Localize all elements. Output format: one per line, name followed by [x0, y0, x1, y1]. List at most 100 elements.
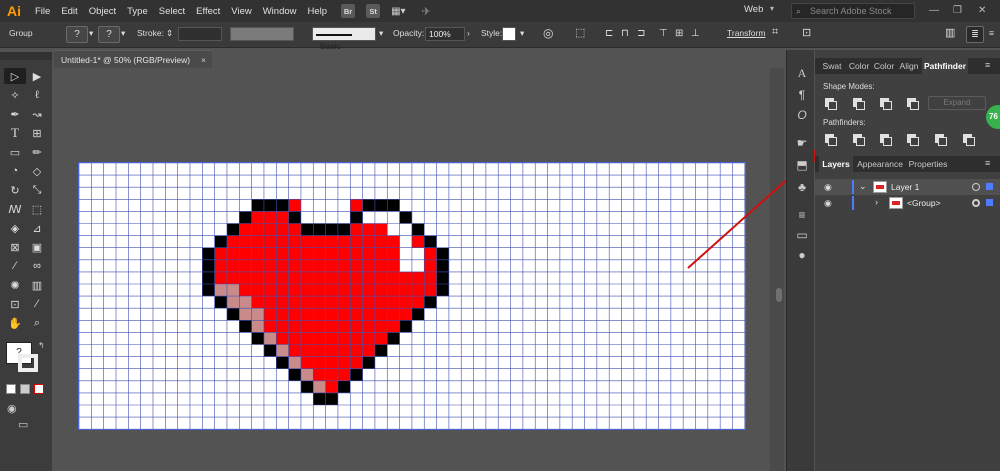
symbol-sprayer-tool-icon[interactable]: ✺ — [4, 277, 26, 293]
layer-row[interactable]: ◉ ⌄ Layer 1 — [815, 179, 1000, 195]
none-mode-icon[interactable] — [34, 384, 44, 394]
shape-builder-tool-icon[interactable]: ◈ — [4, 220, 26, 236]
paintbrush-tool-icon[interactable]: ✏ — [26, 144, 48, 160]
slice-tool-icon[interactable]: ⁄ — [26, 296, 48, 312]
menu-effect[interactable]: Effect — [196, 6, 220, 17]
tab-swatches[interactable]: Swat — [819, 58, 845, 74]
variable-width-profile[interactable] — [230, 27, 294, 41]
tab-color[interactable]: Color — [872, 58, 896, 74]
arrange-documents-icon[interactable]: ▦▾ — [391, 6, 405, 17]
selection-indicator[interactable] — [986, 183, 993, 190]
character-panel-icon[interactable]: A — [795, 66, 809, 80]
tab-appearance[interactable]: Appearance — [855, 156, 905, 172]
graphic-styles-panel-icon[interactable]: ● — [795, 248, 809, 262]
isolate-group-icon[interactable]: ⌗ — [772, 26, 778, 39]
type-tool-icon[interactable]: T — [4, 125, 26, 141]
group-name[interactable]: <Group> — [907, 198, 941, 208]
trim-button[interactable] — [851, 132, 865, 146]
menu-view[interactable]: View — [231, 6, 251, 17]
fill-color-swatch[interactable]: ? — [66, 26, 88, 43]
target-circle-icon[interactable] — [972, 183, 980, 191]
pen-tool-icon[interactable]: ✒ — [4, 106, 26, 122]
panel-menu-button[interactable]: ≣ — [966, 26, 984, 43]
hand-tool-icon[interactable]: ✋ — [4, 315, 26, 331]
menu-window[interactable]: Window — [263, 6, 297, 17]
perspective-grid-tool-icon[interactable]: ⊿ — [26, 220, 48, 236]
panel-menu-icon[interactable]: ≡ — [985, 60, 990, 70]
chevron-down-icon[interactable]: ▾ — [89, 28, 93, 39]
eyedropper-tool-icon[interactable]: ⁄ — [4, 258, 26, 274]
drawing-mode-icon[interactable]: ◉ — [7, 402, 17, 415]
tab-layers[interactable]: Layers — [819, 156, 853, 172]
merge-button[interactable] — [878, 132, 892, 146]
minus-front-button[interactable] — [851, 96, 865, 110]
outline-button[interactable] — [933, 132, 947, 146]
isolate-options-icon[interactable]: ⊡ — [802, 26, 811, 39]
align-left-icon[interactable]: ⊏ — [605, 28, 613, 39]
tab-properties[interactable]: Properties — [907, 156, 949, 172]
intersect-button[interactable] — [878, 96, 892, 110]
gradient-tool-icon[interactable]: ▣ — [26, 239, 48, 255]
close-icon[interactable]: ✕ — [978, 5, 986, 16]
lasso-tool-icon[interactable]: ℓ — [26, 87, 48, 103]
tab-pathfinder[interactable]: Pathfinder — [922, 58, 968, 74]
column-graph-tool-icon[interactable]: ▥ — [26, 277, 48, 293]
tab-align[interactable]: Align — [897, 58, 921, 74]
bridge-button[interactable]: Br — [341, 4, 356, 18]
chevron-right-icon[interactable]: › — [875, 197, 878, 207]
magic-wand-tool-icon[interactable]: ✧ — [4, 87, 26, 103]
recolor-artwork-icon[interactable]: ◎ — [543, 26, 553, 40]
gradient-panel-icon[interactable]: ▭ — [795, 228, 809, 242]
free-transform-tool-icon[interactable]: ⬚ — [26, 201, 48, 217]
tab-color-guide[interactable]: Color — [847, 58, 871, 74]
minus-back-button[interactable] — [961, 132, 975, 146]
symbols-panel-icon[interactable]: ♣ — [795, 180, 809, 194]
stock-button[interactable]: St — [366, 4, 381, 18]
layer-name[interactable]: Layer 1 — [891, 182, 919, 192]
align-center-icon[interactable]: ⊓ — [621, 28, 629, 39]
unite-button[interactable] — [823, 96, 837, 110]
menu-select[interactable]: Select — [159, 6, 185, 17]
menu-file[interactable]: File — [35, 6, 50, 17]
rotate-tool-icon[interactable]: ↻ — [4, 182, 26, 198]
vertical-scrollbar-thumb[interactable] — [776, 288, 782, 302]
transform-button[interactable]: Transform — [727, 28, 765, 38]
opentype-panel-icon[interactable]: O — [795, 108, 809, 122]
selection-indicator[interactable] — [986, 199, 993, 206]
align-middle-icon[interactable]: ⊞ — [675, 28, 683, 39]
gpu-performance-icon[interactable]: ✈ — [422, 5, 431, 18]
curvature-tool-icon[interactable]: ↝ — [26, 106, 48, 122]
chevron-down-icon[interactable]: ▾ — [121, 28, 125, 39]
stroke-stepper-icon[interactable]: ⇕ — [166, 28, 173, 39]
zoom-tool-icon[interactable]: ⌕ — [26, 315, 48, 331]
align-bottom-icon[interactable]: ⊥ — [691, 28, 700, 39]
screen-mode-icon[interactable]: ▭ — [18, 418, 28, 431]
chevron-down-icon[interactable]: ▾ — [520, 28, 524, 39]
chevron-down-icon[interactable]: ▾ — [379, 28, 383, 39]
panel-menu-icon[interactable]: ≡ — [985, 158, 990, 168]
close-document-icon[interactable]: × — [201, 51, 206, 69]
transparency-panel-icon[interactable]: ⬒ — [795, 158, 809, 172]
menu-type[interactable]: Type — [127, 6, 148, 17]
line-segment-tool-icon[interactable]: ⊞ — [26, 125, 48, 141]
swap-fill-stroke-icon[interactable]: ↰ — [38, 341, 45, 350]
opacity-field[interactable]: 100% — [425, 27, 465, 41]
color-mode-icon[interactable] — [6, 384, 16, 394]
menu-help[interactable]: Help — [308, 6, 328, 17]
rectangle-tool-icon[interactable]: ▭ — [4, 144, 26, 160]
chevron-right-icon[interactable]: › — [467, 28, 470, 38]
scale-tool-icon[interactable]: ⤡ — [26, 182, 48, 198]
direct-selection-tool-icon[interactable]: ▶ — [26, 68, 48, 84]
visibility-eye-icon[interactable]: ◉ — [824, 198, 832, 209]
align-right-icon[interactable]: ⊐ — [637, 28, 645, 39]
graphic-style-swatch[interactable] — [502, 27, 516, 41]
crop-button[interactable] — [905, 132, 919, 146]
document-setup-icon[interactable]: ▥ — [945, 26, 955, 39]
selection-tool-icon[interactable]: ▷ — [4, 68, 26, 84]
mesh-tool-icon[interactable]: ⊠ — [4, 239, 26, 255]
gradient-mode-icon[interactable] — [20, 384, 30, 394]
menu-edit[interactable]: Edit — [61, 6, 77, 17]
chevron-down-icon[interactable]: ⌄ — [859, 181, 867, 192]
blend-tool-icon[interactable]: ∞ — [26, 258, 48, 274]
artboard-tool-icon[interactable]: ⊡ — [4, 296, 26, 312]
